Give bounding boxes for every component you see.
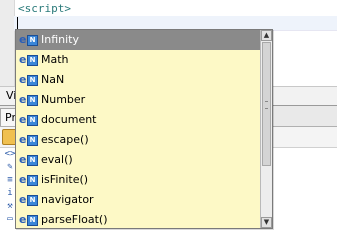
ecmascript-native-icon: eN [19, 194, 38, 206]
autocomplete-item-label: navigator [41, 193, 94, 206]
ecmascript-native-icon: eN [19, 74, 38, 86]
current-line-highlight [14, 16, 337, 30]
ecmascript-native-icon: eN [19, 114, 38, 126]
autocomplete-list: e N Infinity e N Math e N NaN e N Number e Ndocument e… [16, 30, 260, 228]
autocomplete-item[interactable]: e N Number [16, 90, 260, 110]
ecmascript-native-icon: eN [19, 94, 38, 106]
autocomplete-item-label: parseFloat() [41, 213, 108, 226]
ecmascript-native-icon: eN [19, 34, 38, 46]
autocomplete-item-label: Math [41, 53, 69, 66]
autocomplete-item-label: Infinity [41, 33, 79, 46]
autocomplete-item[interactable]: e Ndocument [16, 110, 260, 130]
autocomplete-item-label: eval() [41, 153, 73, 166]
ide-window: <script> Vis Pro <>✎≡i⚒▭page directive e… [0, 0, 337, 241]
autocomplete-item-label: escape() [41, 133, 89, 146]
text-caret [17, 17, 18, 29]
autocomplete-item-label: Number [41, 93, 86, 106]
ecmascript-native-icon: eN [19, 214, 38, 226]
autocomplete-item[interactable]: e N Math [16, 50, 260, 70]
autocomplete-item-label: isFinite() [41, 173, 89, 186]
autocomplete-popup: e N Infinity e N Math e N NaN e N Number e Ndocument e… [15, 29, 273, 229]
ecmascript-native-icon: eN [19, 154, 38, 166]
grip-icon [265, 101, 268, 109]
code-line-script-tag: <script> [18, 2, 71, 15]
autocomplete-item[interactable]: e NparseFloat() [16, 210, 260, 228]
autocomplete-item[interactable]: e N Infinity [16, 30, 260, 50]
ecmascript-native-icon: eN [19, 54, 38, 66]
autocomplete-item-label: document [41, 113, 97, 126]
autocomplete-item[interactable]: e Nescape() [16, 130, 260, 150]
autocomplete-item[interactable]: e N NaN [16, 70, 260, 90]
editor-gutter [0, 0, 15, 86]
scroll-up-icon[interactable]: ▲ [261, 30, 272, 41]
ecmascript-native-icon: eN [19, 174, 38, 186]
scroll-thumb[interactable] [262, 42, 271, 166]
autocomplete-item[interactable]: e NisFinite() [16, 170, 260, 190]
autocomplete-scrollbar[interactable]: ▲ ▼ [260, 30, 272, 228]
ecmascript-native-icon: eN [19, 134, 38, 146]
autocomplete-item[interactable]: e Neval() [16, 150, 260, 170]
scroll-down-icon[interactable]: ▼ [261, 217, 272, 228]
autocomplete-item-label: NaN [41, 73, 65, 86]
autocomplete-item[interactable]: e Nnavigator [16, 190, 260, 210]
